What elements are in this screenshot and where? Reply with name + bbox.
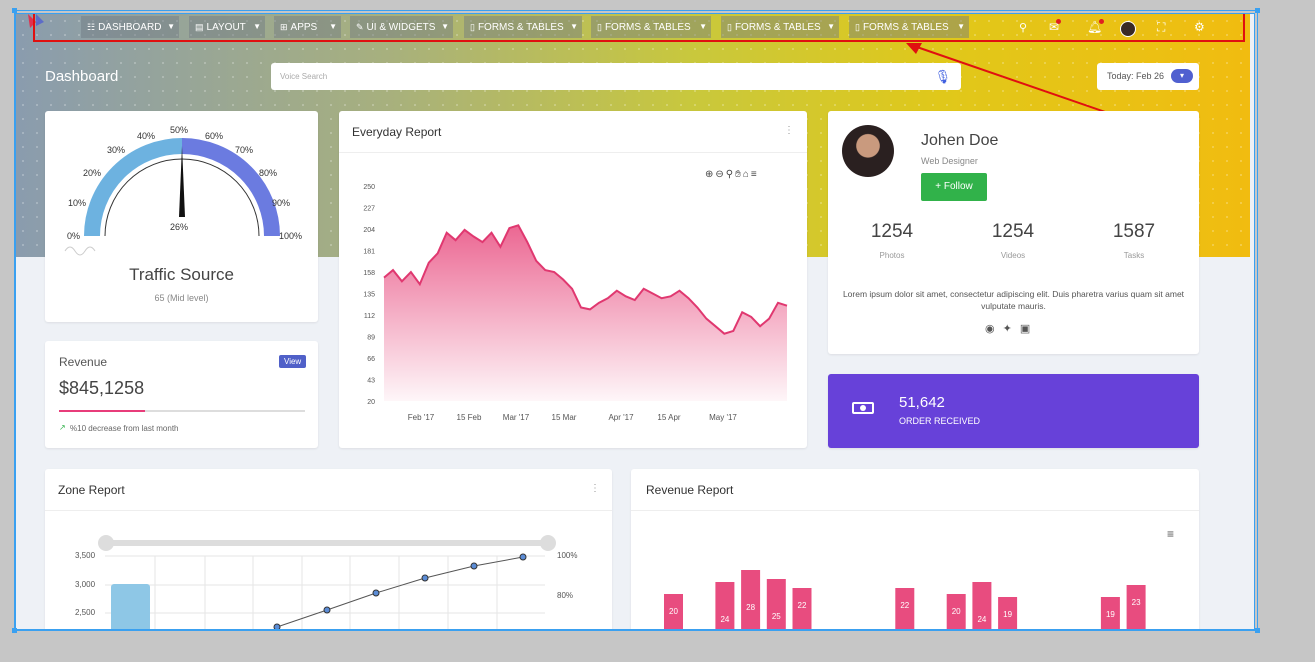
chevron-down-icon: ▾ xyxy=(1171,69,1193,83)
y-axis-tick: 66 xyxy=(367,356,375,363)
twitter-icon[interactable]: ✦ xyxy=(1003,323,1020,335)
gauge-value: 26% xyxy=(170,222,189,232)
trend-icon: ↗ xyxy=(59,423,66,432)
follow-button[interactable]: + Follow xyxy=(921,173,987,201)
bar-label: 28 xyxy=(746,603,755,612)
revenue-progress xyxy=(59,410,305,412)
y-axis-tick: 89 xyxy=(367,335,375,342)
gauge-tick: 10% xyxy=(68,198,87,208)
profile-avatar xyxy=(842,125,894,177)
revenue-progress-fill xyxy=(59,410,146,412)
orders-card: 51,642 ORDER RECEIVED xyxy=(828,374,1199,448)
gauge-tick: 50% xyxy=(170,125,189,135)
bar xyxy=(741,570,761,629)
y-axis-tick: 43 xyxy=(367,378,375,385)
everyday-area-chart: 250 227 204 181 158 135 112 89 66 43 20 Feb '17 15 F… xyxy=(363,184,788,422)
range-handle[interactable] xyxy=(98,535,114,551)
y-axis-tick: 112 xyxy=(364,313,375,320)
revenue-bar-chart: 20 24 28 25 22 22 20 24 19 19 23 xyxy=(664,570,1146,629)
gauge-tick: 90% xyxy=(272,198,291,208)
social-links: ◉✦▣ xyxy=(985,322,1038,335)
y-axis-tick: 204 xyxy=(363,227,375,234)
stat-label: Videos xyxy=(1000,251,1026,260)
x-axis-tick: 15 Apr xyxy=(657,413,680,422)
gauge-title: Traffic Source xyxy=(129,265,234,284)
view-button[interactable]: View xyxy=(279,355,307,368)
bar-label: 24 xyxy=(720,615,729,624)
zone-report-card: Zone Report ⋮ 3,500 3,000 2,500 100% 80% xyxy=(45,469,612,629)
gauge-tick: 80% xyxy=(259,168,278,178)
x-axis-tick: 15 Mar xyxy=(552,413,577,422)
x-axis-tick: Apr '17 xyxy=(608,413,634,422)
bar xyxy=(1126,585,1146,629)
traffic-source-card: 0% 10% 20% 30% 40% 50% 60% 70% 80% 90% 1… xyxy=(45,111,318,322)
money-icon xyxy=(852,402,874,414)
date-label: Today: Feb 26 xyxy=(1107,71,1165,81)
profile-role: Web Designer xyxy=(921,156,978,166)
x-axis-tick: Feb '17 xyxy=(408,413,435,422)
stat-label: Photos xyxy=(879,251,905,260)
facebook-icon[interactable]: ▣ xyxy=(1020,323,1038,335)
profile-name: Johen Doe xyxy=(921,132,999,149)
date-picker-button[interactable]: Today: Feb 26 ▾ xyxy=(1097,63,1199,90)
gauge-tick: 20% xyxy=(83,168,102,178)
gauge-tick: 60% xyxy=(205,131,224,141)
profile-card: Johen Doe Web Designer + Follow 1254 Phot… xyxy=(828,111,1199,354)
revenue-value: $845,1258 xyxy=(59,378,145,398)
orders-label: ORDER RECEIVED xyxy=(899,416,981,426)
revenue-label: Revenue xyxy=(59,355,108,369)
gauge-subtitle: 65 (Mid level) xyxy=(154,293,209,303)
orders-value: 51,642 xyxy=(899,394,945,411)
gauge-needle xyxy=(179,146,185,217)
page-title: Dashboard xyxy=(45,68,119,85)
x-axis-tick: Mar '17 xyxy=(503,413,530,422)
x-axis-tick: 15 Feb xyxy=(457,413,482,422)
bar-label: 19 xyxy=(1106,610,1115,619)
bar-label: 22 xyxy=(798,601,807,610)
stat-label: Tasks xyxy=(1123,251,1145,260)
bar xyxy=(766,579,786,629)
stat-value: 1587 xyxy=(1112,221,1156,242)
profile-bio: Lorem ipsum dolor sit amet, consectetur … xyxy=(842,289,1185,311)
app-frame: ☷ DASHBOARD ▼ ▤ LAYOUT ▼ ⊞ APPS ▼ ✎ UI & WIDGET… xyxy=(15,13,1255,630)
y-axis-tick: 250 xyxy=(363,184,375,191)
y-axis-tick: 158 xyxy=(363,270,375,277)
x-axis-tick: May '17 xyxy=(709,413,737,422)
revenue-note: %10 decrease from last month xyxy=(70,424,179,433)
revenue-card: Revenue View $845,1258 ↗ %10 decrease fr… xyxy=(45,341,318,448)
area-fill xyxy=(384,225,787,401)
stat-value: 1254 xyxy=(870,221,914,242)
top-navigation: ☷ DASHBOARD ▼ ▤ LAYOUT ▼ ⊞ APPS ▼ ✎ UI & WIDGET… xyxy=(16,14,1250,135)
y-axis-tick: 135 xyxy=(363,292,375,299)
globe-icon[interactable]: ◉ xyxy=(985,323,1003,335)
bar-label: 25 xyxy=(772,612,781,621)
gauge-tick: 70% xyxy=(235,145,254,155)
bar-label: 23 xyxy=(1132,598,1141,607)
gauge-tick: 100% xyxy=(279,231,303,241)
revenue-report-card: Revenue Report ≡ 20 24 28 25 22 22 20 24 19 19 23 xyxy=(631,469,1199,629)
y-axis-tick: 181 xyxy=(363,249,375,256)
search-placeholder: Voice Search xyxy=(280,72,328,81)
bar-label: 20 xyxy=(669,607,678,616)
gauge-tick: 40% xyxy=(137,131,156,141)
everyday-report-card: Everyday Report ⋮ ⊕⊖⚲✋︎⌂≡ 250 227 204 181 15… xyxy=(339,111,807,448)
stat-photos: 1254 Photos xyxy=(847,221,937,260)
bar-label: 22 xyxy=(900,601,909,610)
stat-value: 1254 xyxy=(991,221,1035,242)
voice-search-input[interactable]: Voice Search 🎙︎ xyxy=(271,63,961,90)
stat-videos: 1254 Videos xyxy=(968,221,1058,260)
y-axis-tick: 227 xyxy=(363,206,375,213)
bar-label: 19 xyxy=(1003,610,1012,619)
range-handle[interactable] xyxy=(540,535,556,551)
gauge-tick: 0% xyxy=(67,231,81,241)
y-axis-tick: 20 xyxy=(367,399,375,406)
zone-chart xyxy=(98,535,556,629)
stat-tasks: 1587 Tasks xyxy=(1089,221,1179,260)
bar-label: 20 xyxy=(952,607,961,616)
microphone-icon[interactable]: 🎙︎ xyxy=(934,69,951,85)
gauge-tick: 30% xyxy=(107,145,126,155)
bar-label: 24 xyxy=(977,615,986,624)
